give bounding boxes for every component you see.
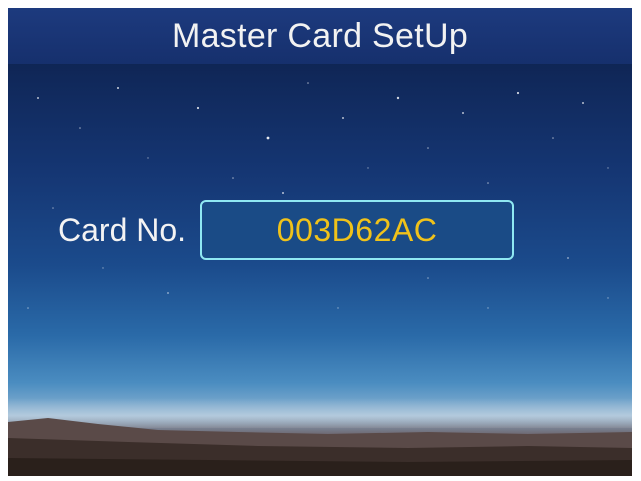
card-number-row: Card No. 003D62AC <box>58 196 515 264</box>
device-screen: Master Card SetUp Card No. 003D62AC <box>8 8 632 476</box>
card-number-field[interactable]: 003D62AC <box>200 200 515 260</box>
card-number-value: 003D62AC <box>276 211 438 248</box>
title-bar: Master Card SetUp <box>8 8 632 64</box>
page-title: Master Card SetUp <box>171 16 469 55</box>
card-number-label: Card No. <box>58 211 187 248</box>
mountain-silhouette <box>8 418 632 476</box>
